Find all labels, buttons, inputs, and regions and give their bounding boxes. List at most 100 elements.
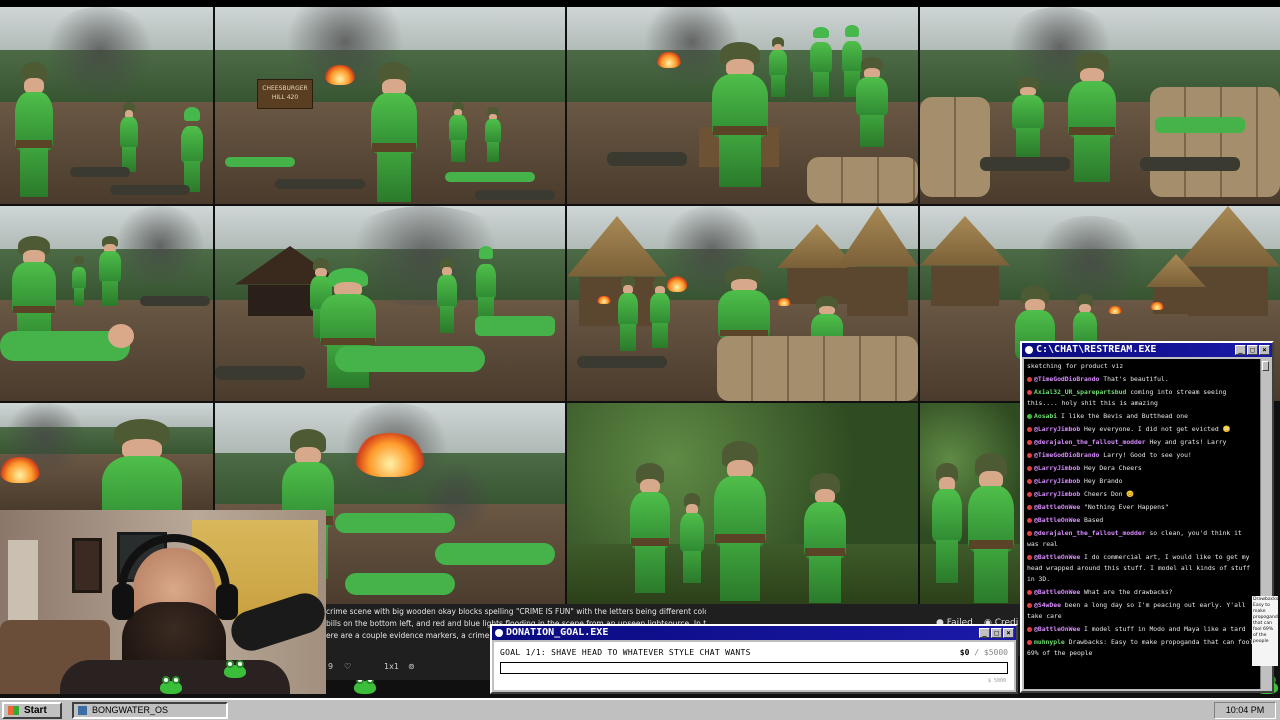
close-icon[interactable]: × (1003, 628, 1014, 638)
chat-text: Hey Dera Cheers (1084, 464, 1142, 472)
aspect-ratio[interactable]: 1x1 (384, 662, 399, 671)
image-tile: CHEESBURGER HILL 420 (215, 7, 565, 204)
chat-text: I like the Bevis and Butthead one (1060, 412, 1188, 420)
chat-text: Hey Brando (1084, 477, 1123, 485)
chat-username[interactable]: @derajalen_the_fallout_modder (1034, 438, 1146, 446)
chat-username[interactable]: @derajalen_the_fallout_modder (1034, 529, 1146, 537)
chat-message: sketching for product viz (1027, 361, 1257, 372)
chat-text: Hey and grats! Larry (1149, 438, 1227, 446)
goal-progress-bar (500, 662, 1008, 674)
prompt-count: 9 (328, 662, 334, 671)
image-tile (0, 403, 213, 510)
image-tile (567, 7, 918, 204)
settings-icon[interactable]: ⊚ (408, 662, 415, 671)
chat-username[interactable]: @BattleOnWee (1034, 553, 1080, 561)
chat-text: sketching for product viz (1027, 362, 1124, 370)
maximize-icon[interactable]: □ (991, 628, 1002, 638)
chat-message: @TimeGodDioBrando That's beautiful. (1027, 374, 1257, 385)
chat-username[interactable]: @BattleOnWee (1034, 516, 1080, 524)
image-tile (920, 7, 1280, 204)
chat-message: muhnyple Drawbacks: Easy to make propoga… (1027, 637, 1257, 659)
chat-text: That's beautiful. (1103, 375, 1169, 383)
donation-body: GOAL 1/1: SHAVE HEAD TO WHATEVER STYLE C… (494, 642, 1014, 690)
platform-icon (1027, 426, 1032, 432)
image-tile (920, 403, 1020, 604)
prompt-meta-bar: 9 ♡ 1x1 ⊚ (326, 656, 490, 680)
platform-icon (1027, 530, 1032, 536)
chat-username[interactable]: @TimeGodDioBrando (1034, 375, 1099, 383)
chat-username[interactable]: @TimeGodDioBrando (1034, 451, 1099, 459)
taskbar: Start BONGWATER_OS 10:04 PM (0, 698, 1280, 720)
chat-text: Larry! Good to see you! (1103, 451, 1192, 459)
start-logo-icon (8, 706, 19, 715)
chat-message: Axial32_UR_sparepartsbud coming into str… (1027, 387, 1257, 409)
taskbar-item[interactable]: BONGWATER_OS (72, 702, 228, 719)
chat-log[interactable]: sketching for product viz @TimeGodDioBran… (1024, 359, 1260, 689)
platform-icon (1027, 452, 1032, 458)
window-icon (495, 629, 503, 637)
donation-title: DONATION_GOAL.EXE (506, 627, 609, 638)
chat-username[interactable]: @BattleOnWee (1034, 625, 1080, 633)
chat-title: C:\CHAT\RESTREAM.EXE (1036, 344, 1157, 355)
image-tile (0, 7, 213, 204)
chat-username[interactable]: Aosabi (1034, 412, 1057, 420)
platform-icon (1027, 504, 1032, 510)
minimize-icon[interactable]: _ (979, 628, 990, 638)
top-border (0, 0, 1280, 7)
chat-message: @derajalen_the_fallout_modder Hey and gr… (1027, 437, 1257, 448)
platform-icon (1027, 478, 1032, 484)
chat-titlebar[interactable]: C:\CHAT\RESTREAM.EXE _ □ × (1022, 343, 1272, 357)
platform-icon (1027, 389, 1032, 395)
chat-username[interactable]: @LarryJimbob (1034, 477, 1080, 485)
platform-icon (1027, 602, 1032, 608)
maximize-icon[interactable]: □ (1247, 345, 1258, 355)
platform-icon (1027, 626, 1032, 632)
webcam-feed (0, 510, 326, 694)
platform-icon (1027, 517, 1032, 523)
chat-text: Cheers Don 😊 (1084, 490, 1135, 498)
chat-message: @BattleOnWee "Nothing Ever Happens" (1027, 502, 1257, 513)
heart-icon[interactable]: ♡ (344, 662, 351, 671)
donation-titlebar[interactable]: DONATION_GOAL.EXE _ □ × (492, 626, 1016, 640)
chat-text: Based (1084, 516, 1104, 524)
image-tile (215, 206, 565, 401)
chat-message: @derajalen_the_fallout_modder so clean, … (1027, 528, 1257, 550)
chat-username[interactable]: @LarryJimbob (1034, 490, 1080, 498)
chat-username[interactable]: muhnyple (1034, 638, 1065, 646)
platform-icon (1027, 465, 1032, 471)
chat-message: @LarryJimbob Hey Dera Cheers (1027, 463, 1257, 474)
chat-username[interactable]: Axial32_UR_sparepartsbud (1034, 388, 1126, 396)
chat-username[interactable]: @S4wDee (1034, 601, 1061, 609)
donation-window[interactable]: DONATION_GOAL.EXE _ □ × GOAL 1/1: SHAVE … (490, 624, 1018, 694)
chat-text: What are the drawbacks? (1084, 588, 1173, 596)
side-note: Drawbacks: Easy to make propoganda that … (1252, 596, 1278, 666)
platform-icon (1027, 376, 1032, 382)
chat-message: Aosabi I like the Bevis and Butthead one (1027, 411, 1257, 422)
chat-username[interactable]: @BattleOnWee (1034, 588, 1080, 596)
platform-icon (1027, 413, 1032, 419)
chat-message: @S4wDee been a long day so I'm peacing o… (1027, 600, 1257, 622)
platform-icon (1027, 589, 1032, 595)
chat-message: @BattleOnWee I model stuff in Modo and M… (1027, 624, 1257, 635)
window-icon (78, 706, 87, 715)
goal-text: GOAL 1/1: SHAVE HEAD TO WHATEVER STYLE C… (500, 648, 751, 657)
chat-username[interactable]: @LarryJimbob (1034, 425, 1080, 433)
goal-amount: $0 / $5000 (959, 648, 1008, 657)
goal-current: $0 (959, 648, 970, 657)
image-tile (567, 206, 918, 401)
chat-username[interactable]: @BattleOnWee (1034, 503, 1080, 511)
chat-username[interactable]: @LarryJimbob (1034, 464, 1080, 472)
frog-avatar (224, 660, 246, 678)
image-tile (0, 206, 213, 401)
chat-window[interactable]: C:\CHAT\RESTREAM.EXE _ □ × sketching for… (1020, 341, 1274, 693)
chat-text: "Nothing Ever Happens" (1084, 503, 1169, 511)
close-icon[interactable]: × (1259, 345, 1270, 355)
chat-message: @LarryJimbob Hey Brando (1027, 476, 1257, 487)
platform-icon (1027, 554, 1032, 560)
window-icon (1025, 346, 1033, 354)
start-button[interactable]: Start (2, 702, 62, 719)
hill-sign: CHEESBURGER HILL 420 (257, 79, 313, 109)
chat-message: @LarryJimbob Hey everyone. I did not get… (1027, 424, 1257, 435)
minimize-icon[interactable]: _ (1235, 345, 1246, 355)
goal-footer: $ 5000 (987, 678, 1006, 684)
